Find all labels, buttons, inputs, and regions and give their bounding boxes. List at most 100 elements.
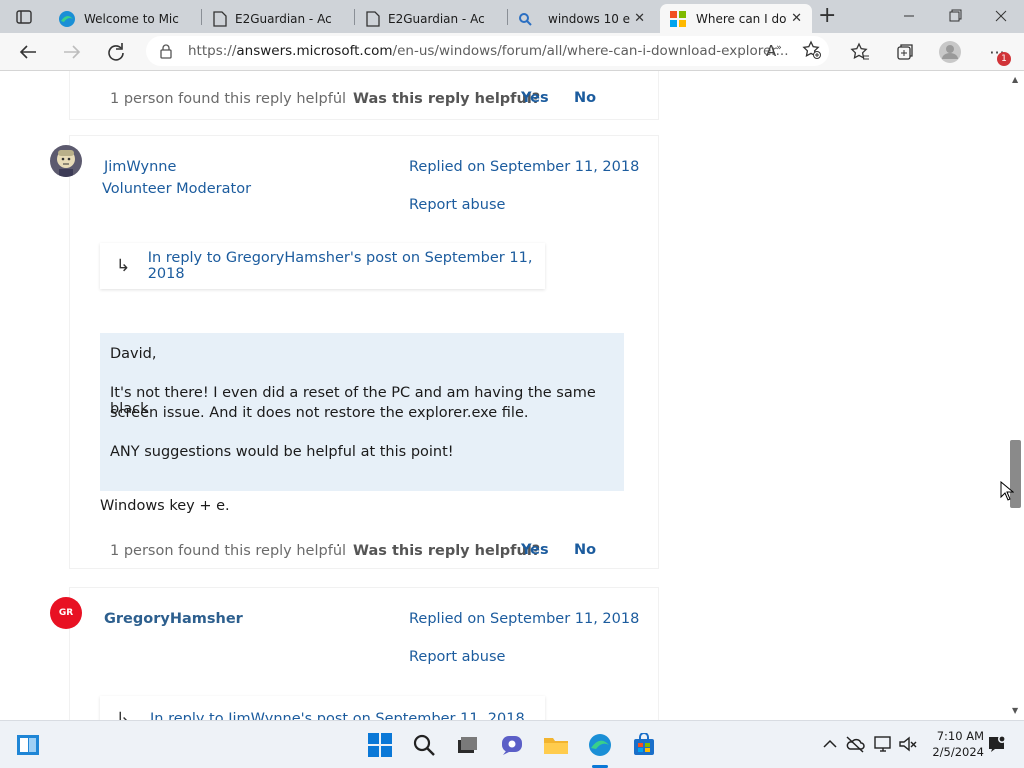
network-button[interactable] (873, 735, 893, 757)
folder-icon (544, 738, 568, 754)
cloud-offline-icon (846, 736, 865, 753)
vertical-scrollbar[interactable]: ▲ ▼ (1008, 71, 1024, 720)
settings-menu-button[interactable]: ··· 1 (984, 41, 1011, 66)
clock-time: 7:10 AM (936, 729, 984, 743)
new-tab-button[interactable]: + (818, 5, 836, 27)
no-button[interactable]: No (574, 90, 596, 106)
tab-title: Where can I dov (696, 11, 788, 26)
user-avatar-icon (57, 150, 75, 177)
helpful-question: Was this reply helpful? (353, 543, 541, 559)
in-reply-to-box[interactable]: ↳ In reply to GregoryHamsher's post on S… (100, 243, 545, 289)
forward-arrow-icon (64, 45, 81, 59)
report-abuse-link[interactable]: Report abuse (409, 197, 505, 213)
helpful-count: 1 person found this reply helpful (110, 543, 347, 559)
author-role[interactable]: Volunteer Moderator (102, 181, 251, 197)
quote-line: ANY suggestions would be helpful at this… (110, 444, 454, 460)
tab-strip: Welcome to Mic E2Guardian - Ac E2Guardia… (0, 0, 1024, 33)
avatar[interactable] (50, 145, 82, 177)
add-favorite-button[interactable] (802, 40, 822, 64)
teams-chat-button[interactable] (498, 731, 526, 759)
close-window-button[interactable] (992, 8, 1010, 24)
microsoft-icon (670, 10, 686, 27)
author-name[interactable]: GregoryHamsher (104, 611, 243, 627)
page-content: 1 person found this reply helpful · Was … (0, 71, 1008, 720)
reply-date[interactable]: Replied on September 11, 2018 (409, 611, 639, 627)
report-abuse-link[interactable]: Report abuse (409, 649, 505, 665)
reply-date[interactable]: Replied on September 11, 2018 (409, 159, 639, 175)
restore-button[interactable] (946, 8, 964, 24)
yes-button[interactable]: Yes (521, 542, 549, 558)
read-aloud-button[interactable]: A» (766, 42, 782, 60)
profile-button[interactable] (937, 39, 963, 65)
page-icon (366, 10, 380, 27)
forward-button[interactable] (60, 41, 84, 63)
onedrive-button[interactable] (845, 735, 865, 757)
minimize-button[interactable] (900, 8, 918, 24)
helpful-question: Was this reply helpful? (353, 91, 541, 107)
previous-reply-card: 1 person found this reply helpful · Was … (70, 71, 658, 119)
no-button[interactable]: No (574, 542, 596, 558)
tab-title: windows 10 exp (548, 11, 630, 26)
volume-button[interactable] (898, 735, 918, 757)
tab-e2guardian-2[interactable]: E2Guardian - Ac (356, 4, 506, 33)
avatar-icon (939, 41, 961, 63)
search-icon (413, 734, 435, 756)
tab-where-can-i[interactable]: Where can I dov ✕ (660, 4, 812, 33)
refresh-button[interactable] (104, 41, 128, 63)
store-icon (634, 733, 654, 755)
page-icon (213, 10, 227, 27)
edge-taskbar-button[interactable] (586, 731, 614, 759)
yes-button[interactable]: Yes (521, 90, 549, 106)
file-explorer-button[interactable] (542, 731, 570, 759)
task-view-icon (458, 737, 477, 753)
widgets-icon (17, 735, 39, 755)
notifications-button[interactable] (988, 735, 1006, 757)
scroll-down-icon[interactable]: ▼ (1012, 706, 1018, 715)
taskbar: 7:10 AM 2/5/2024 (0, 720, 1024, 768)
tab-title: E2Guardian - Ac (388, 11, 485, 26)
separator-dot: · (336, 86, 341, 102)
tab-actions-icon (16, 10, 32, 24)
author-name[interactable]: JimWynne (104, 159, 176, 175)
close-icon (995, 10, 1007, 22)
network-icon (874, 736, 891, 752)
task-view-button[interactable] (453, 731, 481, 759)
store-button[interactable] (630, 731, 658, 759)
clock[interactable]: 7:10 AM 2/5/2024 (928, 728, 984, 760)
tab-search[interactable]: windows 10 exp ✕ (510, 4, 655, 33)
collections-button[interactable] (893, 41, 917, 63)
clock-date: 2/5/2024 (932, 745, 984, 759)
tab-title: Welcome to Mic (84, 11, 179, 26)
back-button[interactable] (16, 41, 40, 63)
search-button[interactable] (410, 731, 438, 759)
back-arrow-icon (19, 45, 36, 59)
tab-e2guardian-1[interactable]: E2Guardian - Ac (203, 4, 353, 33)
tab-welcome[interactable]: Welcome to Mic (50, 4, 200, 33)
reply-arrow-icon: ↳ (116, 709, 131, 720)
notification-icon (989, 735, 1006, 752)
url-text: https://answers.microsoft.com/en-us/wind… (188, 43, 789, 59)
helpful-count: 1 person found this reply helpful (110, 91, 347, 107)
avatar[interactable]: GR (50, 597, 82, 629)
widgets-button[interactable] (14, 731, 42, 759)
quote-line: David, (110, 346, 157, 362)
quoted-text: David, It's not there! I even did a rese… (100, 333, 624, 491)
favorites-button[interactable] (848, 41, 872, 63)
notification-badge: 1 (997, 52, 1011, 66)
in-reply-to-link[interactable]: In reply to GregoryHamsher's post on Sep… (148, 250, 545, 282)
close-icon[interactable]: ✕ (634, 11, 645, 26)
in-reply-to-link[interactable]: In reply to JimWynne's post on September… (150, 711, 525, 720)
helpful-footer: 1 person found this reply helpful · Was … (70, 538, 658, 565)
edge-icon (59, 10, 75, 27)
show-hidden-icons-button[interactable] (822, 736, 838, 755)
start-button[interactable] (366, 731, 394, 759)
close-icon[interactable]: ✕ (791, 11, 802, 26)
refresh-icon (108, 43, 124, 61)
tab-actions-button[interactable] (10, 7, 38, 27)
in-reply-to-box[interactable]: ↳ In reply to JimWynne's post on Septemb… (100, 696, 545, 720)
address-bar[interactable]: https://answers.microsoft.com/en-us/wind… (146, 36, 829, 66)
reply-arrow-icon: ↳ (116, 256, 131, 276)
reply-body: Windows key + e. (100, 498, 230, 514)
search-icon (519, 12, 532, 26)
scroll-up-icon[interactable]: ▲ (1012, 75, 1018, 84)
